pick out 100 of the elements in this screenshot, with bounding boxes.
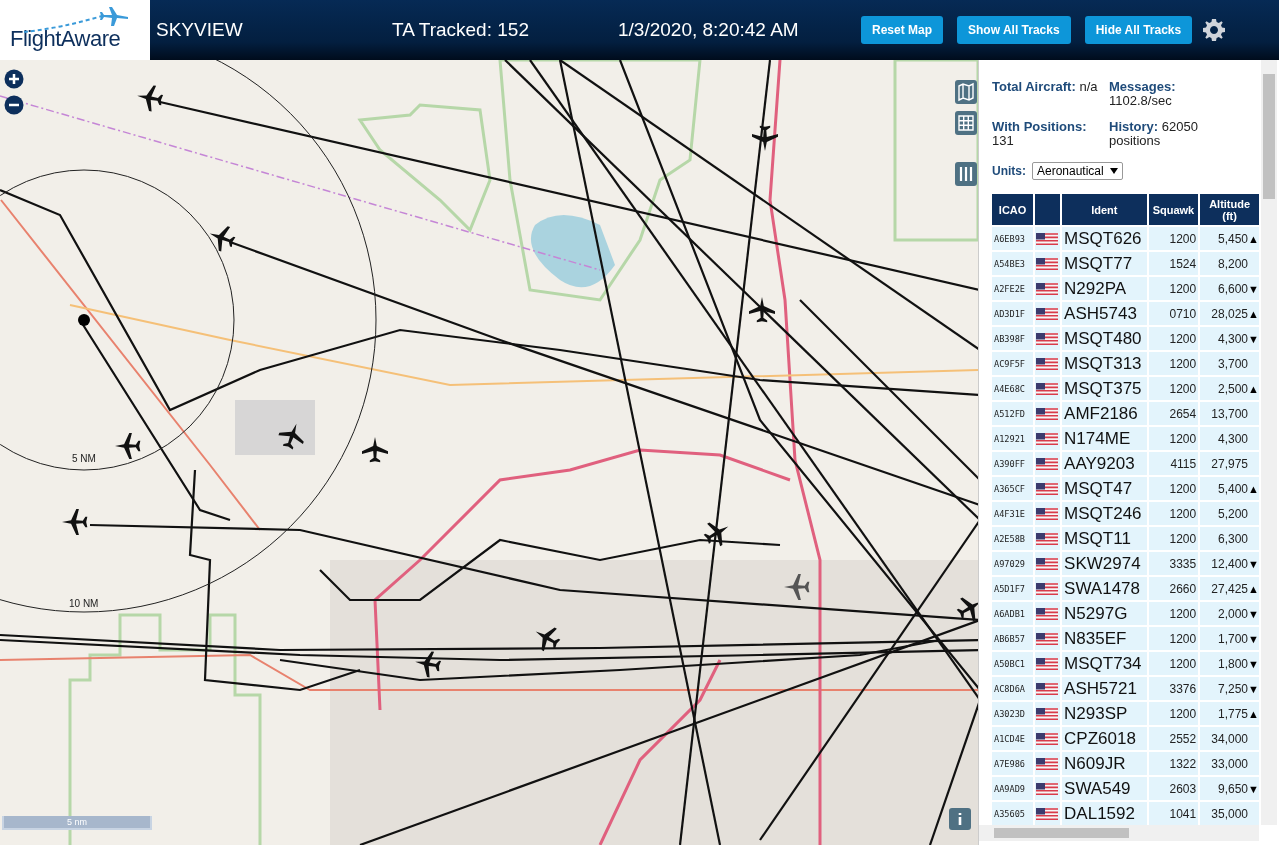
airplane-icon[interactable] [278,423,304,450]
airplane-icon[interactable] [209,226,236,252]
icao-cell: AB6B57 [992,627,1034,650]
airplane-icon[interactable] [415,651,442,678]
icao-cell: A4F31E [992,502,1034,525]
info-icon[interactable] [949,808,971,830]
icao-cell: A97029 [992,552,1034,575]
ident-cell: MSQT375 [1062,377,1147,400]
altitude-value: 2,000 [1217,606,1248,621]
trend-arrow: ▼ [1248,607,1259,620]
altitude-value: 4,300 [1217,331,1248,346]
trend-arrow: ▲ [1248,307,1259,320]
altitude-value: 5,400 [1217,481,1248,496]
receiver-dot [78,314,90,326]
icao-cell: A6EB93 [992,227,1034,250]
ident-cell: MSQT734 [1062,652,1147,675]
icao-cell: AB398F [992,327,1034,350]
airplane-icon[interactable] [703,522,729,547]
scale-bar: 5 nm [2,816,152,830]
ident-cell: MSQT246 [1062,502,1147,525]
squawk-cell: 1200 [1148,477,1199,500]
flag-icon [1036,382,1059,395]
altitude-value: 1,700 [1217,631,1248,646]
flag-icon [1036,582,1059,595]
airplane-icon[interactable] [956,597,978,622]
altitude-value: 6,600 [1217,281,1248,296]
ident-cell: MSQT47 [1062,477,1147,500]
icao-cell: AA9AD9 [992,777,1034,800]
zoom-out-icon[interactable] [4,95,24,115]
flag-icon [1036,357,1059,370]
altitude-value: 27,425 [1211,581,1248,596]
squawk-cell: 3335 [1148,552,1199,575]
flag-icon [1036,507,1059,520]
units-label: Units: [992,164,1026,178]
trend-arrow: ▲ [1248,482,1259,495]
column-header[interactable]: Squawk [1148,194,1199,225]
icao-cell: A3023D [992,702,1034,725]
airplane-icon[interactable] [752,125,778,151]
squawk-cell: 1200 [1148,502,1199,525]
ident-cell: N609JR [1062,752,1147,775]
ident-cell: AAY9203 [1062,452,1147,475]
icao-cell: AC8D6A [992,677,1034,700]
altitude-value: 4,300 [1217,431,1248,446]
flag-icon [1036,532,1059,545]
icao-cell: A12921 [992,427,1034,450]
squawk-cell: 4115 [1148,452,1199,475]
icao-cell: A5D1F7 [992,577,1034,600]
icao-cell: A50BC1 [992,652,1034,675]
grid-icon[interactable] [955,111,977,135]
airplane-icon[interactable] [749,297,775,323]
app-title: SKYVIEW [156,19,244,41]
airplane-icon[interactable] [362,437,388,463]
altitude-value: 3,700 [1217,356,1248,371]
zoom-in-icon[interactable] [4,69,24,89]
logo-text: FlightAware [10,26,121,52]
altitude-value: 33,000 [1211,756,1248,771]
altitude-value: 8,200 [1217,256,1248,271]
trend-arrow: ▼ [1248,782,1259,795]
dropdown-caret-icon [1109,168,1118,174]
airplane-icon[interactable] [115,433,141,459]
flag-icon [1036,557,1059,570]
flag-icon [1036,607,1059,620]
units-dropdown[interactable]: Aeronautical [1032,162,1123,180]
flag-icon [1036,682,1059,695]
tracked-count: TA Tracked: 152 [392,19,530,41]
altitude-value: 12,400 [1211,556,1248,571]
squawk-cell: 1041 [1148,802,1199,825]
trend-arrow: ▲ [1248,382,1259,395]
settings-icon[interactable] [1202,18,1227,42]
squawk-cell: 2603 [1148,777,1199,800]
map-layer-icon[interactable] [955,80,977,104]
ident-cell: ASH5721 [1062,677,1147,700]
ident-cell: MSQT480 [1062,327,1147,350]
flag-icon [1036,782,1059,795]
altitude-value: 28,025 [1211,306,1248,321]
icao-cell: AD3D1F [992,302,1034,325]
flag-icon [1036,407,1059,420]
vertical-scrollbar[interactable] [1261,60,1277,825]
airplane-icon[interactable] [535,627,561,652]
column-header[interactable]: Ident [1062,194,1147,225]
icao-cell: A390FF [992,452,1034,475]
squawk-cell: 2654 [1148,402,1199,425]
altitude-value: 27,975 [1211,456,1248,471]
squawk-cell: 1524 [1148,252,1199,275]
trend-arrow: ▼ [1248,332,1259,345]
columns-icon[interactable] [955,162,977,186]
column-header[interactable]: Altitude (ft) [1200,194,1259,225]
horizontal-scrollbar[interactable] [979,825,1259,841]
ident-cell: N5297G [1062,602,1147,625]
airplane-icon[interactable] [62,509,88,535]
flag-icon [1036,657,1059,670]
airplane-icon[interactable] [137,85,164,112]
trend-arrow: ▼ [1248,632,1259,645]
squawk-cell: 1200 [1148,277,1199,300]
squawk-cell: 3376 [1148,677,1199,700]
stat-text: With Positions: 131 [992,119,1087,148]
squawk-cell: 1200 [1148,352,1199,375]
altitude-value: 1,775 [1217,706,1248,721]
column-header[interactable]: ICAO [992,194,1034,225]
squawk-cell: 1200 [1148,227,1199,250]
